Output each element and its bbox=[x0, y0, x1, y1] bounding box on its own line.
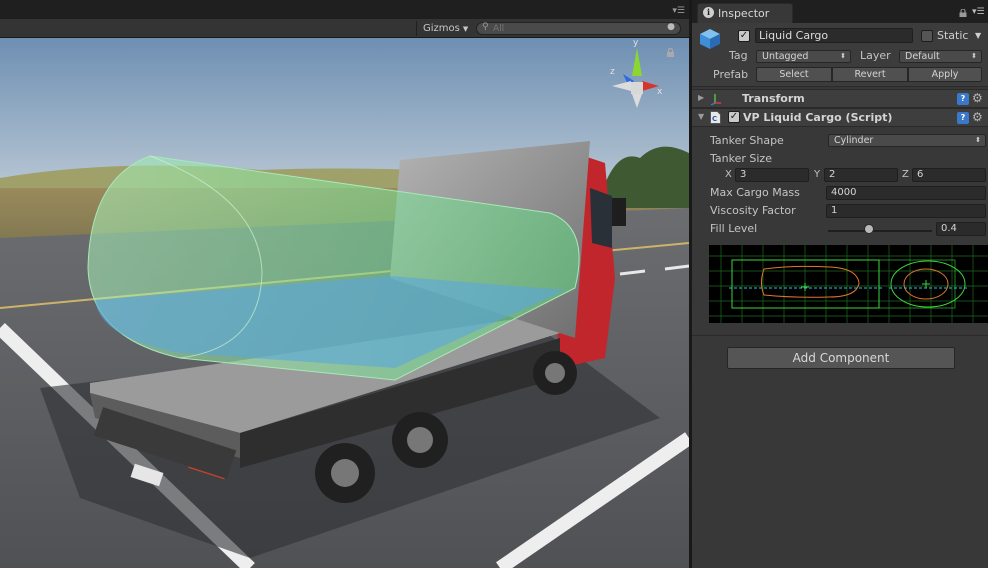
transform-header[interactable]: ▶ Transform ? ⚙ bbox=[692, 89, 988, 108]
transform-axes-icon bbox=[710, 94, 721, 105]
scene-viewport[interactable]: y x z bbox=[0, 38, 689, 568]
inspector-tabbar: i Inspector ▾☰ bbox=[692, 0, 988, 23]
svg-text:y: y bbox=[633, 38, 639, 48]
cab-mirror bbox=[612, 198, 626, 226]
divider bbox=[692, 335, 988, 336]
scene-search[interactable]: ⚲ ● bbox=[476, 22, 681, 35]
static-label: Static bbox=[937, 29, 969, 42]
tanker-shape-value: Cylinder bbox=[834, 135, 874, 146]
tab-inspector[interactable]: i Inspector bbox=[697, 3, 793, 23]
cab-window bbox=[590, 188, 612, 248]
size-y-field[interactable]: 2 bbox=[824, 168, 898, 182]
size-z-label: Z bbox=[902, 169, 909, 180]
help-book-icon[interactable]: ? bbox=[957, 112, 969, 124]
tanker-size-label: Tanker Size bbox=[710, 152, 772, 165]
viscosity-factor-field[interactable]: 1 bbox=[826, 204, 986, 218]
svg-text:x: x bbox=[657, 87, 663, 97]
add-component-button[interactable]: Add Component bbox=[727, 347, 955, 369]
gear-icon[interactable]: ⚙ bbox=[972, 91, 983, 105]
layer-dropdown[interactable]: Default ⬍ bbox=[899, 50, 982, 63]
inspector-panel: i Inspector ▾☰ ✓ Liquid Cargo Static ▼ T… bbox=[689, 0, 988, 568]
chevron-down-icon[interactable]: ▼ bbox=[975, 31, 981, 40]
scene-menu-icon[interactable]: ▾☰ bbox=[672, 6, 685, 16]
viscosity-factor-label: Viscosity Factor bbox=[710, 204, 796, 217]
size-x-label: X bbox=[725, 169, 732, 180]
size-x-field[interactable]: 3 bbox=[735, 168, 809, 182]
layer-value: Default bbox=[905, 51, 940, 62]
foldout-collapsed-icon[interactable]: ▶ bbox=[698, 93, 704, 102]
tanker-shape-label: Tanker Shape bbox=[710, 134, 784, 147]
prefab-apply-button[interactable]: Apply bbox=[908, 67, 982, 82]
svg-text:z: z bbox=[610, 67, 615, 77]
size-y-label: Y bbox=[814, 169, 821, 180]
clear-search-icon[interactable]: ● bbox=[667, 22, 675, 32]
help-book-icon[interactable]: ? bbox=[957, 93, 969, 105]
object-name-field[interactable]: Liquid Cargo bbox=[755, 28, 913, 43]
svg-text:C: C bbox=[712, 115, 717, 123]
script-file-icon: C bbox=[710, 111, 721, 124]
gizmos-dropdown[interactable]: Gizmos ▼ bbox=[416, 21, 474, 36]
fill-level-slider-thumb[interactable] bbox=[864, 224, 874, 234]
prefab-revert-button[interactable]: Revert bbox=[832, 67, 908, 82]
scene-tabstrip: ▾☰ bbox=[0, 0, 689, 19]
max-cargo-mass-label: Max Cargo Mass bbox=[710, 186, 800, 199]
tag-dropdown[interactable]: Untagged ⬍ bbox=[756, 50, 851, 63]
scene-view[interactable]: y x z ▾☰ Gizmos▼ ⚲ ● bbox=[0, 0, 689, 568]
layer-label: Layer bbox=[860, 49, 891, 62]
script-title: VP Liquid Cargo (Script) bbox=[743, 111, 893, 124]
prefab-label: Prefab bbox=[713, 68, 749, 81]
gameobject-cube-icon bbox=[700, 29, 720, 49]
scene-search-input[interactable] bbox=[493, 23, 663, 35]
tanker-shape-dropdown[interactable]: Cylinder ⬍ bbox=[828, 134, 986, 147]
fill-level-slider-track[interactable] bbox=[828, 230, 932, 232]
chevron-updown-icon: ⬍ bbox=[971, 52, 977, 60]
inspector-lock-icon[interactable] bbox=[959, 9, 967, 17]
tag-value: Untagged bbox=[762, 51, 809, 62]
prefab-select-button[interactable]: Select bbox=[756, 67, 832, 82]
tag-label: Tag bbox=[729, 49, 748, 62]
chevron-updown-icon: ⬍ bbox=[840, 52, 846, 60]
tab-inspector-label: Inspector bbox=[718, 7, 770, 20]
chevron-down-icon: ▼ bbox=[462, 25, 469, 33]
search-icon: ⚲ bbox=[482, 22, 489, 32]
size-z-field[interactable]: 6 bbox=[912, 168, 986, 182]
transform-title: Transform bbox=[742, 92, 805, 105]
info-icon: i bbox=[703, 7, 714, 18]
static-checkbox[interactable] bbox=[921, 30, 933, 42]
chevron-updown-icon: ⬍ bbox=[975, 136, 981, 144]
tank-preview-diagram bbox=[709, 245, 988, 323]
active-checkbox[interactable]: ✓ bbox=[738, 30, 750, 42]
object-header: ✓ Liquid Cargo Static ▼ Tag Untagged ⬍ L… bbox=[692, 23, 988, 87]
gear-icon[interactable]: ⚙ bbox=[972, 110, 983, 124]
script-component-header[interactable]: ▼ C ✓ VP Liquid Cargo (Script) ? ⚙ bbox=[692, 108, 988, 127]
gizmo-lock-icon[interactable] bbox=[666, 48, 675, 57]
fill-level-label: Fill Level bbox=[710, 222, 758, 235]
gizmos-label: Gizmos bbox=[423, 23, 460, 34]
script-enabled-checkbox[interactable]: ✓ bbox=[728, 111, 740, 123]
foldout-expanded-icon[interactable]: ▼ bbox=[698, 112, 704, 121]
inspector-menu-icon[interactable]: ▾☰ bbox=[972, 7, 985, 17]
max-cargo-mass-field[interactable]: 4000 bbox=[826, 186, 986, 200]
scene-toolbar: ▾☰ Gizmos▼ ⚲ ● bbox=[0, 0, 689, 38]
fill-level-field[interactable]: 0.4 bbox=[936, 222, 986, 236]
